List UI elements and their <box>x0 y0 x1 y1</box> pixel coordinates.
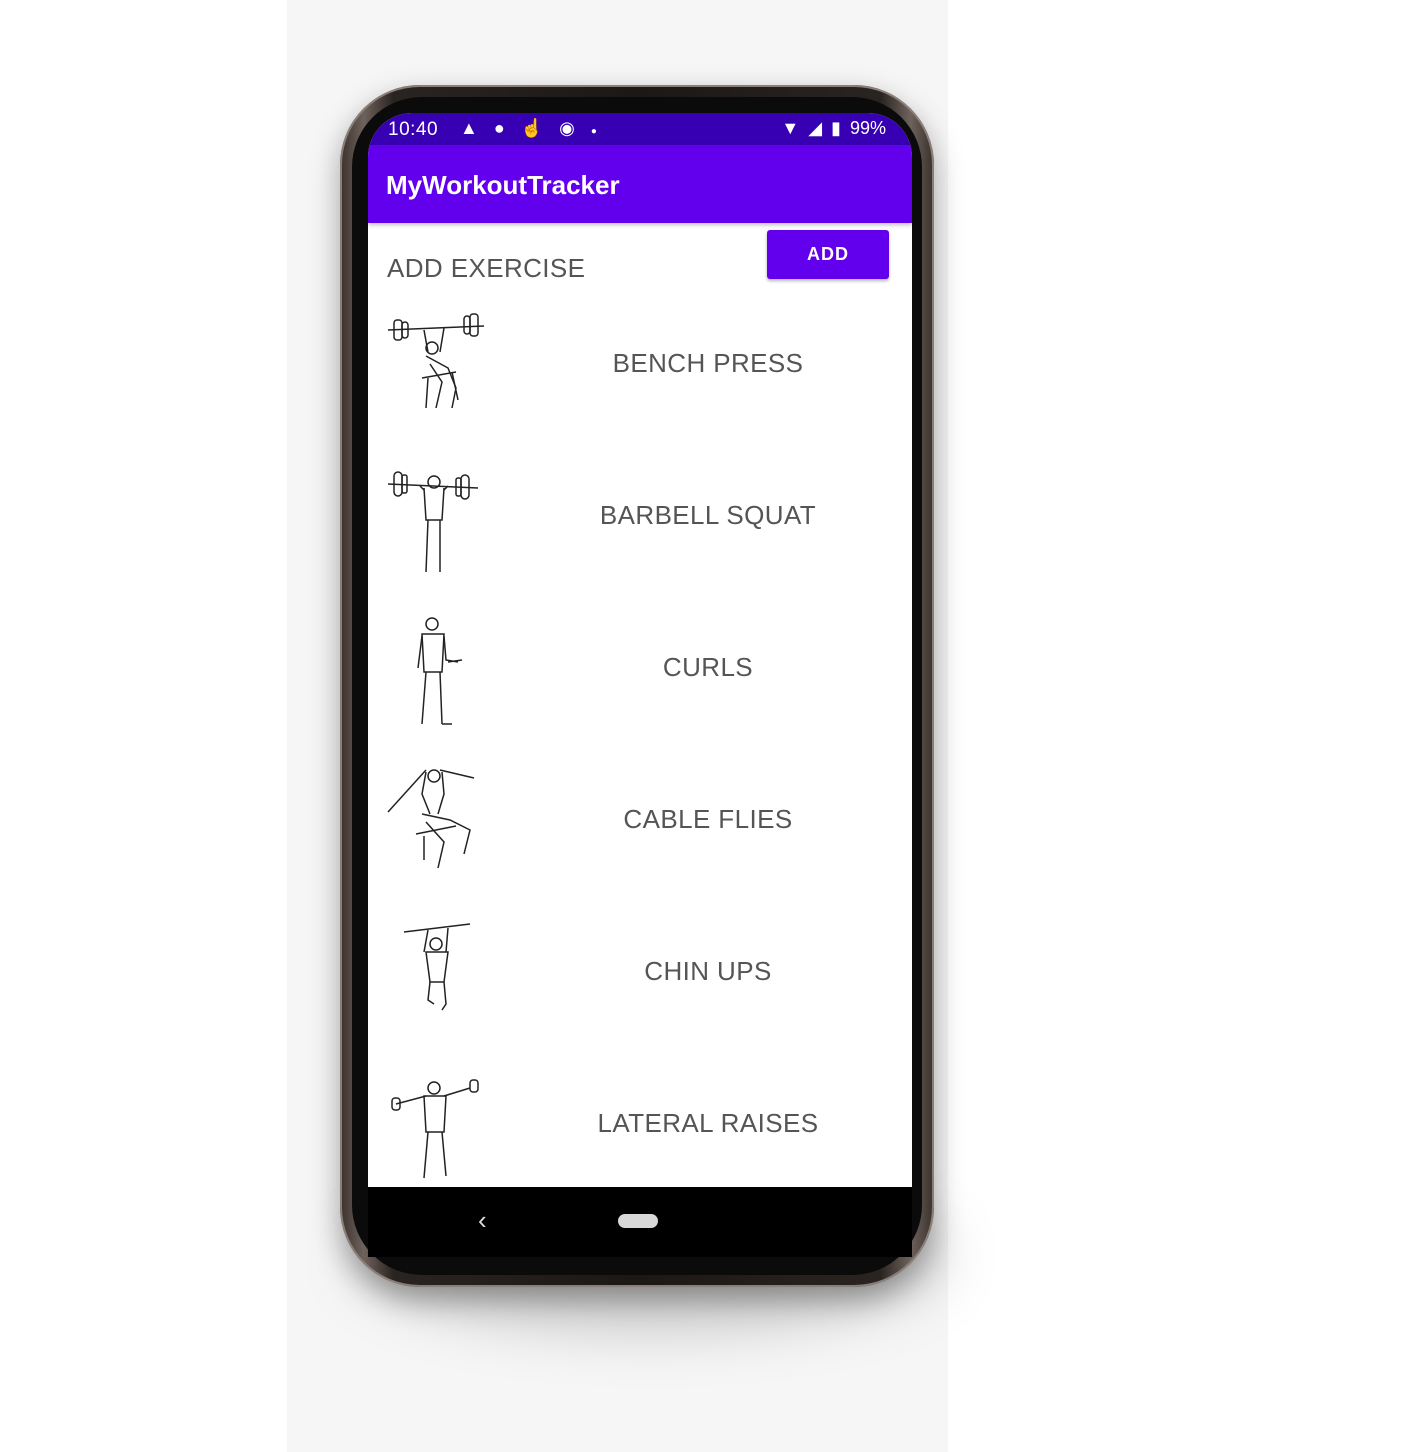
exercise-name: LATERAL RAISES <box>597 1108 819 1138</box>
exercise-name: CURLS <box>662 652 754 682</box>
add-exercise-label: ADD EXERCISE <box>387 253 586 283</box>
bench-press-figure-icon <box>387 313 485 409</box>
lateral-raises-figure-icon <box>391 1079 479 1179</box>
add-button[interactable]: ADD <box>767 230 889 279</box>
app-screen: 10:40 ▲ ● ☝ ◉ ● ▼ ◢ ▮ 99% MyWorkoutTrack… <box>368 113 912 1257</box>
curls-figure-icon <box>417 617 463 725</box>
exercise-name: BARBELL SQUAT <box>599 500 817 530</box>
snapchat-icon: ▲ <box>460 118 478 138</box>
signal-icon: ◢ <box>808 118 823 138</box>
app-bar: MyWorkoutTracker <box>368 145 912 223</box>
status-time: 10:40 <box>388 119 439 140</box>
exercise-row[interactable]: CHIN UPS <box>368 906 912 1046</box>
exercise-row[interactable]: BENCH PRESS <box>368 298 912 438</box>
chin-ups-figure-icon <box>403 923 471 1011</box>
background-right <box>948 0 1418 1452</box>
p-icon: ● <box>493 118 505 138</box>
exercise-name: CHIN UPS <box>644 956 772 986</box>
barbell-squat-figure-icon <box>387 471 479 573</box>
hand-icon: ☝ <box>520 118 544 138</box>
exercise-row[interactable]: CURLS <box>368 602 912 742</box>
home-pill-icon[interactable] <box>618 1214 658 1228</box>
wifi-icon: ▼ <box>781 118 800 138</box>
battery-icon: ▮ <box>831 118 841 138</box>
app-icon: ◉ <box>559 118 575 138</box>
exercise-name: BENCH PRESS <box>612 348 804 378</box>
background-left <box>0 0 287 1452</box>
navigation-bar: ‹ <box>368 1187 912 1257</box>
battery-percent: 99% <box>849 118 886 138</box>
exercise-name: CABLE FLIES <box>623 804 793 834</box>
notification-icons: ▲ ● ☝ ◉ ● <box>460 118 608 139</box>
back-icon[interactable]: ‹ <box>478 1205 487 1236</box>
status-right: ▼ ◢ ▮ 99% <box>777 118 886 139</box>
exercise-row[interactable]: BARBELL SQUAT <box>368 450 912 590</box>
status-bar: 10:40 ▲ ● ☝ ◉ ● ▼ ◢ ▮ 99% <box>368 113 912 145</box>
exercise-row[interactable]: CABLE FLIES <box>368 754 912 894</box>
exercise-row[interactable]: LATERAL RAISES <box>368 1058 912 1198</box>
cable-flies-figure-icon <box>387 769 475 869</box>
dot-icon: ● <box>590 126 597 137</box>
app-title: MyWorkoutTracker <box>386 170 620 200</box>
